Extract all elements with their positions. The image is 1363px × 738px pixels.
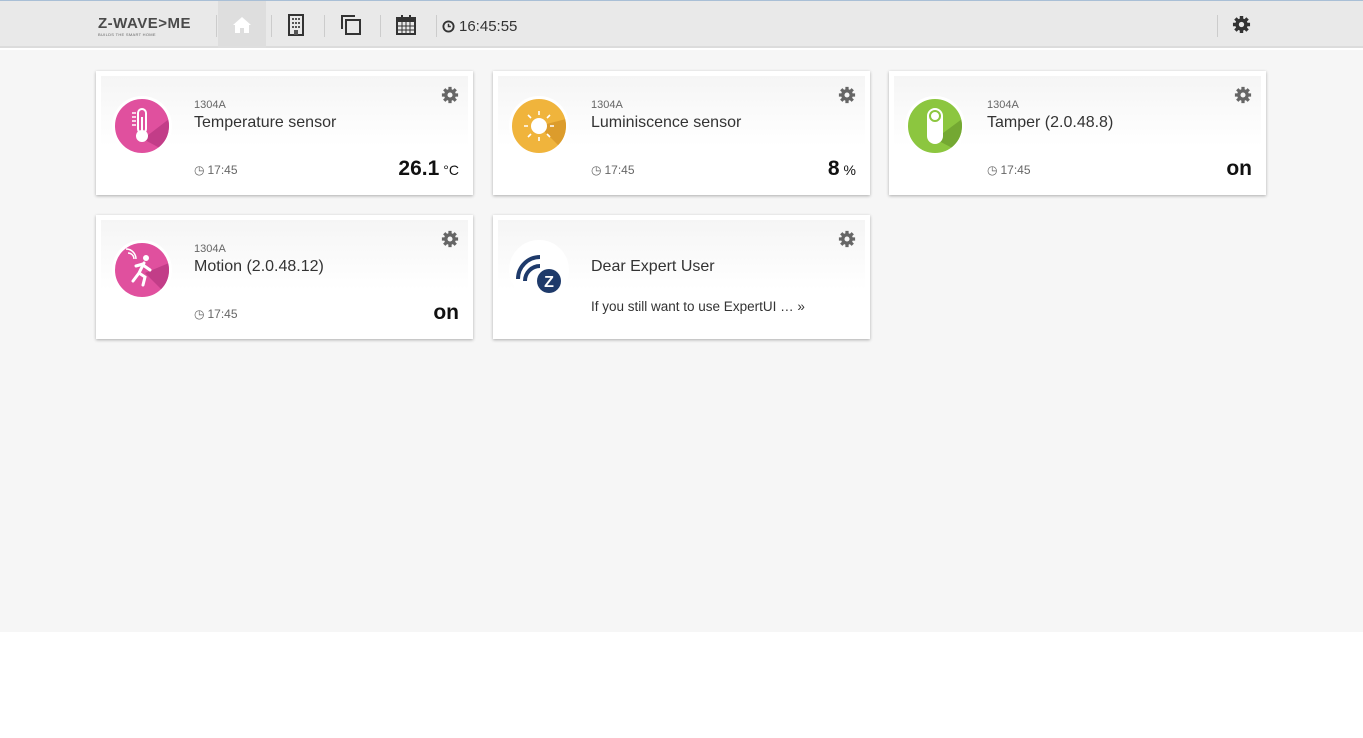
update-time: ◷ 17:45 bbox=[194, 307, 238, 321]
value-unit: °C bbox=[443, 162, 459, 178]
time-text: 17:45 bbox=[1000, 163, 1031, 177]
widget-settings-button[interactable] bbox=[838, 86, 856, 109]
device-id: 1304A bbox=[987, 99, 1019, 111]
top-bar: Z-WAVE>ME BUILDS THE SMART HOME 16:45:55 bbox=[0, 1, 1363, 48]
clock-icon bbox=[442, 20, 455, 33]
nav-events[interactable] bbox=[382, 1, 430, 48]
gear-icon bbox=[441, 86, 459, 104]
expertui-link[interactable]: If you still want to use ExpertUI … » bbox=[591, 299, 805, 314]
device-id: 1304A bbox=[591, 99, 623, 111]
gear-icon bbox=[1234, 86, 1252, 104]
widget-expert-notice: Z Dear Expert User If you still want to … bbox=[493, 215, 870, 339]
logo-tagline: BUILDS THE SMART HOME bbox=[98, 32, 156, 37]
time-text: 17:45 bbox=[604, 163, 635, 177]
divider bbox=[436, 15, 437, 37]
device-id: 1304A bbox=[194, 99, 226, 111]
widget-settings-button[interactable] bbox=[441, 86, 459, 109]
gear-icon bbox=[838, 86, 856, 104]
nav-home[interactable] bbox=[218, 1, 266, 48]
divider bbox=[324, 15, 325, 37]
clock-icon: ◷ bbox=[194, 163, 205, 177]
copy-icon bbox=[341, 14, 361, 35]
device-title[interactable]: Luminiscence sensor bbox=[591, 114, 741, 132]
widget-settings-button[interactable] bbox=[441, 230, 459, 253]
clock-time: 16:45:55 bbox=[459, 18, 518, 35]
value-number: on bbox=[433, 301, 459, 324]
update-time: ◷ 17:45 bbox=[591, 163, 635, 177]
value-number: 8 bbox=[827, 157, 840, 180]
update-time: ◷ 17:45 bbox=[987, 163, 1031, 177]
svg-text:Z: Z bbox=[544, 274, 554, 291]
settings-button[interactable] bbox=[1232, 15, 1251, 39]
clock-icon: ◷ bbox=[987, 163, 998, 177]
nav-rooms[interactable] bbox=[272, 1, 320, 48]
motion-icon bbox=[112, 240, 172, 300]
time-text: 17:45 bbox=[207, 163, 238, 177]
dashboard: 1304A Temperature sensor ◷ 17:45 26.1 °C 1… bbox=[0, 50, 1363, 632]
switch-icon bbox=[905, 96, 965, 156]
logo[interactable]: Z-WAVE>ME BUILDS THE SMART HOME bbox=[98, 15, 191, 37]
gear-icon bbox=[1232, 15, 1251, 34]
divider bbox=[1217, 15, 1218, 37]
divider bbox=[380, 15, 381, 37]
value-unit: % bbox=[843, 162, 856, 178]
divider bbox=[216, 15, 217, 37]
time-text: 17:45 bbox=[207, 307, 238, 321]
clock-icon: ◷ bbox=[591, 163, 602, 177]
thermometer-icon bbox=[112, 96, 172, 156]
widget-settings-button[interactable] bbox=[838, 230, 856, 253]
notice-title: Dear Expert User bbox=[591, 258, 715, 275]
calendar-icon bbox=[396, 14, 416, 35]
gear-icon bbox=[441, 230, 459, 248]
logo-text: Z-WAVE>ME bbox=[98, 15, 191, 32]
widget-temperature-sensor: 1304A Temperature sensor ◷ 17:45 26.1 °C bbox=[96, 71, 473, 195]
update-time: ◷ 17:45 bbox=[194, 163, 238, 177]
clock: 16:45:55 bbox=[442, 18, 517, 35]
home-icon bbox=[233, 16, 251, 33]
widget-tamper: 1304A Tamper (2.0.48.8) ◷ 17:45 on bbox=[889, 71, 1266, 195]
sensor-value: on bbox=[433, 301, 459, 325]
widget-luminiscence-sensor: 1304A Luminiscence sensor ◷ 17:45 8% bbox=[493, 71, 870, 195]
sensor-value: 26.1 °C bbox=[398, 157, 459, 181]
nav-elements[interactable] bbox=[327, 1, 375, 48]
device-title[interactable]: Motion (2.0.48.12) bbox=[194, 258, 324, 276]
widget-settings-button[interactable] bbox=[1234, 86, 1252, 109]
device-title[interactable]: Tamper (2.0.48.8) bbox=[987, 114, 1113, 132]
value-number: on bbox=[1226, 157, 1252, 180]
sensor-value: 8% bbox=[828, 157, 856, 181]
device-title[interactable]: Temperature sensor bbox=[194, 114, 336, 132]
value-number: 26.1 bbox=[398, 157, 440, 180]
building-icon bbox=[288, 13, 304, 36]
widget-motion: 1304A Motion (2.0.48.12) ◷ 17:45 on bbox=[96, 215, 473, 339]
gear-icon bbox=[838, 230, 856, 248]
zwave-logo-icon: Z bbox=[509, 240, 569, 300]
sensor-value: on bbox=[1226, 157, 1252, 181]
device-id: 1304A bbox=[194, 243, 226, 255]
clock-icon: ◷ bbox=[194, 307, 205, 321]
sun-icon bbox=[509, 96, 569, 156]
